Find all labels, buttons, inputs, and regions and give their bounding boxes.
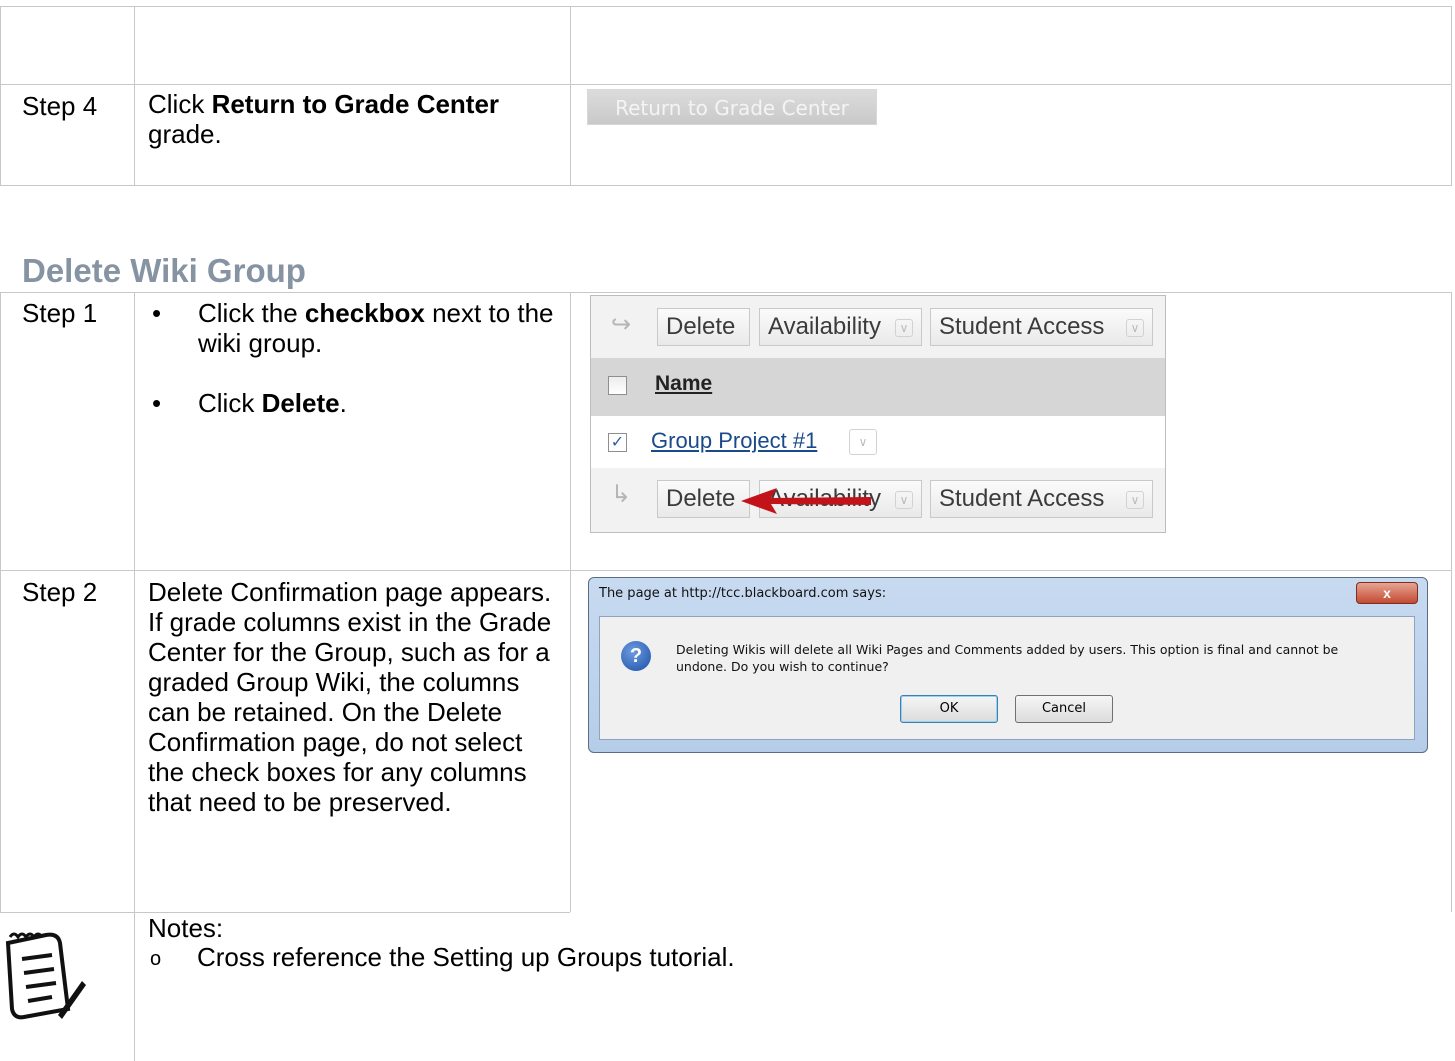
delete-button[interactable]: Delete xyxy=(657,480,750,518)
section-heading: Delete Wiki Group xyxy=(22,252,306,289)
bold-term: Return to Grade Center xyxy=(211,89,500,119)
grid-line xyxy=(0,570,1452,571)
step-bullets: Click the checkbox next to the wiki grou… xyxy=(148,298,558,418)
wiki-list-screenshot: ↪ Delete Availability ∨ Student Access ∨ N… xyxy=(590,295,1166,533)
grid-line xyxy=(570,6,571,185)
step-label: Step 2 xyxy=(22,577,98,607)
step-instruction: Delete Confirmation page appears. If gra… xyxy=(148,577,552,817)
chevron-down-icon[interactable]: ∨ xyxy=(849,429,877,455)
name-column-header[interactable]: Name xyxy=(655,372,712,396)
close-icon[interactable]: x xyxy=(1356,582,1418,604)
notes-bullet: o xyxy=(150,948,162,970)
arrow-icon xyxy=(741,488,871,514)
table-row: ✓ Group Project #1 ∨ xyxy=(591,416,1165,469)
grid-line xyxy=(0,292,1452,293)
action-bar-bottom: ↳ Delete Availability∨ Student Access∨ xyxy=(591,468,1165,532)
student-access-button[interactable]: Student Access ∨ xyxy=(930,308,1153,346)
grid-line xyxy=(134,292,135,1061)
grid-line xyxy=(134,6,135,185)
step-label: Step 4 xyxy=(22,91,98,121)
chevron-down-icon: ∨ xyxy=(895,319,913,337)
cancel-button[interactable]: Cancel xyxy=(1015,695,1113,723)
dialog-message: Deleting Wikis will delete all Wiki Page… xyxy=(676,642,1339,674)
ok-button[interactable]: OK xyxy=(900,695,998,723)
bullet-item: Click the checkbox next to the wiki grou… xyxy=(148,298,558,358)
notepad-icon xyxy=(5,932,86,1020)
grid-line xyxy=(0,6,1452,7)
grid-line xyxy=(570,292,571,912)
grid-line xyxy=(0,292,1,912)
grid-line xyxy=(0,84,1452,85)
grid-line xyxy=(0,912,570,913)
notes-item: Cross reference the Setting up Groups tu… xyxy=(197,942,735,972)
chevron-down-icon: ∨ xyxy=(895,491,913,509)
arrow-icon: ↳ xyxy=(611,481,632,508)
action-bar-top: ↪ Delete Availability ∨ Student Access ∨ xyxy=(591,296,1165,358)
chevron-down-icon: ∨ xyxy=(1126,491,1144,509)
table-header: Name xyxy=(591,358,1165,416)
student-access-button[interactable]: Student Access ∨ xyxy=(930,480,1153,518)
question-icon: ? xyxy=(621,641,651,671)
group-link[interactable]: Group Project #1 xyxy=(651,428,817,454)
row-checkbox[interactable]: ✓ xyxy=(608,433,627,452)
return-to-grade-center-button[interactable]: Return to Grade Center xyxy=(587,89,877,125)
select-all-checkbox[interactable] xyxy=(608,376,627,395)
grid-line xyxy=(1451,292,1452,912)
grid-line xyxy=(1451,6,1452,185)
dialog-title: The page at http://tcc.blackboard.com sa… xyxy=(599,586,887,601)
arrow-icon: ↪ xyxy=(611,311,632,338)
chevron-down-icon: ∨ xyxy=(1126,319,1144,337)
grid-line xyxy=(0,185,1452,186)
notes-label: Notes: xyxy=(148,913,224,943)
availability-button[interactable]: Availability∨ xyxy=(759,308,922,346)
confirmation-dialog: The page at http://tcc.blackboard.com sa… xyxy=(588,577,1428,753)
step-instruction: Click Return to Grade Center grade. xyxy=(148,89,500,149)
delete-button[interactable]: Delete xyxy=(657,308,750,346)
grid-line xyxy=(0,6,1,185)
dialog-body: ? Deleting Wikis will delete all Wiki Pa… xyxy=(599,616,1415,740)
step-label: Step 1 xyxy=(22,298,98,328)
bullet-item: Click Delete. xyxy=(148,388,558,418)
